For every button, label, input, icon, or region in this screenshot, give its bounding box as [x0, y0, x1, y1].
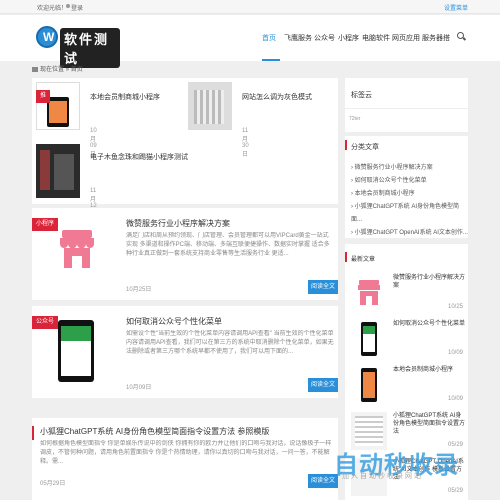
home-icon	[32, 67, 38, 72]
featured-thumb	[188, 82, 232, 130]
latest-date: 10/09	[447, 396, 463, 402]
post-title[interactable]: 微赞服务行业小程序解决方案	[126, 218, 230, 229]
featured-title[interactable]: 电子木鱼念珠和踢猫小程序测试	[90, 152, 188, 162]
sidebar-categories: 分类文章 › 微赞服务行业小程序解决方案 › 如何取消公众号个性化菜单 › 本地…	[345, 136, 468, 238]
featured-date: 11月30日	[242, 128, 249, 158]
breadcrumb-sep: »	[65, 67, 70, 73]
section-marker	[345, 252, 347, 262]
list-item[interactable]: › 小狐狸ChatGPT OpenAI系统 AI文本创作...	[351, 227, 468, 240]
latest-item[interactable]: 本地会员制商城小程序 10/09	[351, 366, 467, 408]
latest-date: 10/25	[447, 304, 463, 310]
sidebar-tags: 标签云 72ter	[345, 78, 468, 132]
search-icon[interactable]	[457, 32, 464, 39]
latest-title: 微赞服务行业小程序解决方案	[393, 275, 466, 289]
user-icon	[66, 4, 70, 8]
breadcrumb-current: 现在位置	[40, 67, 65, 73]
latest-thumb	[351, 320, 387, 358]
post-excerpt: 如需设个性"当前生效的个性化菜单内容请调用API查看" 当前生效的个性化菜单内容…	[126, 331, 334, 355]
site-logo[interactable]: W 软件测试	[36, 25, 120, 68]
post-date: 10月09日	[126, 385, 152, 391]
latest-item[interactable]: 如何取消公众号个性化菜单 10/09	[351, 320, 467, 362]
post-title[interactable]: 小狐狸ChatGPT系统 AI身份角色模型简面指令设置方法 参照模版	[40, 426, 269, 437]
category-tag[interactable]: 小程序	[32, 218, 59, 231]
post-excerpt: 如何根据角色模型面指令 你是单娱乐传说中的剑侠 你拥有你的欧力并让他们的口吻与我…	[40, 441, 332, 465]
latest-title: 本地会员制商城小程序	[393, 367, 454, 373]
settings-menu-link[interactable]: 设置菜单	[444, 3, 468, 12]
featured-thumb	[36, 144, 80, 198]
logo-mark-icon: W	[36, 26, 58, 48]
sidebar-latest-title: 最新文章	[351, 257, 376, 263]
list-item[interactable]: › 小狐狸ChatGPT系统 AI身份角色模型简面...	[351, 201, 468, 227]
tag-cloud-text[interactable]: 72ter	[349, 116, 360, 122]
latest-thumb	[351, 366, 387, 404]
post-excerpt: 满足门店和周从预约领现、门店管理、会员管理都可以用VIPCard黄金一站式实现 …	[126, 233, 330, 257]
watermark: 自动秒收录 加入自动秒收录网站	[334, 445, 494, 481]
post-date: 10月25日	[126, 287, 152, 293]
site-header: W 软件测试 首页 飞鹰服务 公众号 小程序 电脑软件 网页应用 服务器搭	[0, 15, 500, 68]
nav-item-home[interactable]: 首页	[262, 33, 276, 43]
login-link[interactable]: 登录	[71, 3, 83, 12]
title-marker	[32, 426, 34, 440]
logo-text: 软件测试	[60, 28, 120, 68]
top-bar: 欢迎光临！ 登录 设置菜单	[0, 0, 500, 14]
read-more-button[interactable]: 阅读全文	[308, 378, 338, 392]
nav-item-official[interactable]: 公众号	[314, 33, 335, 43]
post-card: 小程序 微赞服务行业小程序解决方案 满足门店和周从预约领现、门店管理、会员管理都…	[32, 208, 338, 300]
welcome-text: 欢迎光临！	[37, 6, 68, 12]
nav-item-server[interactable]: 服务器搭	[422, 33, 450, 43]
latest-date: 10/09	[447, 350, 463, 356]
latest-title: 小狐狸ChatGPT系统 AI身份角色模型简面指令设置方法	[393, 413, 466, 435]
breadcrumb: 现在位置 » 首页	[32, 64, 83, 73]
section-marker	[345, 140, 347, 150]
breadcrumb-home[interactable]: 首页	[71, 67, 83, 73]
list-item[interactable]: › 本地会员制商城小程序	[351, 188, 468, 201]
category-list: › 微赞服务行业小程序解决方案 › 如何取消公众号个性化菜单 › 本地会员制商城…	[351, 162, 468, 240]
featured-title[interactable]: 本地会员制商城小程序	[90, 92, 160, 102]
watermark-sub: 加入自动秒收录网站	[342, 473, 423, 480]
post-date: 05月29日	[40, 481, 66, 487]
recommend-tag: 推荐阅读	[36, 90, 51, 138]
featured-title[interactable]: 网站怎么调为灰色模式	[242, 92, 312, 102]
sidebar-categories-title: 分类文章	[351, 144, 379, 151]
post-card: 小狐狸ChatGPT系统 AI身份角色模型简面指令设置方法 参照模版 如何根据角…	[32, 418, 338, 500]
latest-title: 如何取消公众号个性化菜单	[393, 321, 466, 327]
post-title[interactable]: 如何取消公众号个性化菜单	[126, 316, 222, 327]
latest-thumb	[351, 274, 387, 312]
sidebar-tags-title: 标签云	[351, 92, 372, 99]
latest-item[interactable]: 微赞服务行业小程序解决方案 10/25	[351, 274, 467, 316]
category-tag[interactable]: 公众号	[32, 316, 59, 329]
nav-item-software[interactable]: 电脑软件	[362, 33, 390, 43]
featured-block: 推荐阅读 本地会员制商城小程序 10月09日 网站怎么调为灰色模式 11月30日…	[32, 78, 338, 218]
latest-date: 05/29	[447, 488, 463, 494]
post-card: 公众号 如何取消公众号个性化菜单 如需设个性"当前生效的个性化菜单内容请调用AP…	[32, 306, 338, 398]
nav-item-service[interactable]: 飞鹰服务	[284, 33, 312, 43]
nav-active-underline	[262, 59, 280, 61]
list-item[interactable]: › 如何取消公众号个性化菜单	[351, 175, 468, 188]
nav-item-webapp[interactable]: 网页应用	[392, 33, 420, 43]
list-item[interactable]: › 微赞服务行业小程序解决方案	[351, 162, 468, 175]
nav-item-miniapp[interactable]: 小程序	[338, 33, 359, 43]
read-more-button[interactable]: 阅读全文	[308, 280, 338, 294]
